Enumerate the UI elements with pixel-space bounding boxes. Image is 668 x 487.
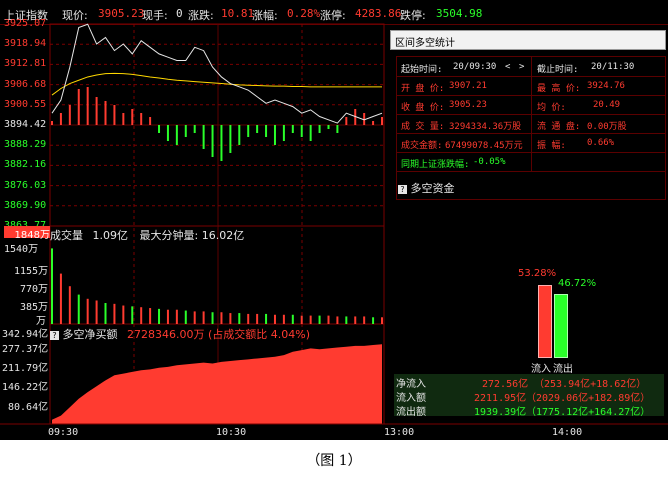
avg-label: 均 价: xyxy=(537,103,566,113)
float-value: 0.00万股 xyxy=(587,122,627,132)
outflow-bar xyxy=(554,293,568,358)
prev-arrow-icon[interactable]: < xyxy=(505,62,510,72)
same-period-value: -0.05% xyxy=(473,157,506,167)
outflow-label: 流出 xyxy=(553,364,573,375)
fund-rows: 净流入 272.56亿 （253.94亿+18.62亿） 流入额 2211.95… xyxy=(394,374,664,418)
start-time-value: 20/09:30 xyxy=(453,62,497,72)
net-y-tick-2: 211.79亿 xyxy=(2,363,49,374)
fund-title-text: 多空资金 xyxy=(410,182,455,195)
fund-title: ? 多空资金 xyxy=(398,180,455,196)
open-value: 3907.21 xyxy=(449,81,487,91)
volume-y-tick-1: 1540万 xyxy=(4,244,39,255)
amount-value: 67499078.45万元 xyxy=(445,141,523,151)
volume-header: 成交量 1.09亿 最大分钟量: 16.02亿 xyxy=(50,227,244,243)
volume-y-tick-2: 1155万 xyxy=(14,266,49,277)
volume-y-tick-3: 770万 xyxy=(20,284,49,295)
amplitude-label: 振 幅: xyxy=(537,141,566,151)
next-arrow-icon[interactable]: > xyxy=(519,62,524,72)
time-label-0930: 09:30 xyxy=(48,427,79,438)
end-time-label: 截止时间: xyxy=(537,65,579,75)
volume-stat-value: 3294334.36万股 xyxy=(449,122,522,132)
avg-value: 20.49 xyxy=(593,100,621,110)
high-value: 3924.76 xyxy=(587,81,625,91)
close-value: 3905.23 xyxy=(449,100,487,110)
fund-row-value: 1939.39亿 xyxy=(474,407,527,418)
close-label: 收 盘 价: xyxy=(401,103,445,113)
stats-table: 起始时间: 20/09:30 < > 截止时间: 20/11:30 开 盘 价:… xyxy=(396,56,666,200)
outflow-pct: 46.72% xyxy=(558,278,597,289)
fund-row-detail: （1775.12亿+164.27亿） xyxy=(526,407,651,418)
end-time-value: 20/11:30 xyxy=(591,62,635,72)
stats-title-bar: 区间多空统计 xyxy=(390,30,666,50)
volume-max-label: 最大分钟量: xyxy=(139,229,199,242)
fund-row-out: 流出额 1939.39亿 （1775.12亿+164.27亿） xyxy=(394,402,664,418)
volume-title: 成交量 xyxy=(50,229,83,242)
inflow-label: 流入 xyxy=(531,364,551,375)
net-header: ? 多空净买额 2728346.00万 (占成交额比 4.04%) xyxy=(50,326,310,342)
high-label: 最 高 价: xyxy=(537,84,581,94)
float-label: 流 通 盘: xyxy=(537,122,581,132)
start-time-label: 起始时间: xyxy=(401,65,443,75)
time-label-1030: 10:30 xyxy=(216,427,247,438)
net-title-icon: ? xyxy=(50,331,59,340)
amplitude-value: 0.66% xyxy=(587,138,615,148)
open-label: 开 盘 价: xyxy=(401,84,445,94)
inflow-bar xyxy=(538,284,552,358)
stock-terminal: 上证指数 现价: 3905.23 现手: 0 涨跌: 10.81 涨幅: 0.2… xyxy=(0,0,668,440)
right-panel: 区间多空统计 起始时间: 20/09:30 < > 截止时间: 20/11:30… xyxy=(388,28,668,440)
inflow-pct: 53.28% xyxy=(518,268,557,279)
net-y-tick-4: 80.64亿 xyxy=(8,402,49,413)
net-y-tick-0: 342.94亿 xyxy=(2,329,49,340)
net-title: 多空净买额 xyxy=(62,328,118,341)
net-note: (占成交额比 4.04%) xyxy=(207,328,311,341)
help-icon[interactable]: ? xyxy=(398,185,407,194)
volume-stat-label: 成 交 量: xyxy=(401,122,445,132)
volume-total: 1.09亿 xyxy=(92,229,129,242)
volume-max-value: 16.02亿 xyxy=(201,229,245,242)
amount-label: 成交金额: xyxy=(401,141,443,151)
stats-title: 区间多空统计 xyxy=(395,38,455,49)
volume-y-label-top: 1848万 xyxy=(4,226,50,241)
net-y-tick-1: 277.37亿 xyxy=(2,344,49,355)
volume-y-tick-4: 385万 xyxy=(20,302,49,313)
same-period-label: 同期上证涨跌幅: xyxy=(401,160,470,170)
figure-caption: （图 1） xyxy=(306,453,362,469)
fund-row-label: 流出额 xyxy=(396,407,426,418)
net-value: 2728346.00万 xyxy=(127,328,205,341)
fund-row-net: 净流入 272.56亿 （253.94亿+18.62亿） xyxy=(394,374,664,390)
fund-row-in: 流入额 2211.95亿 （2029.06亿+182.89亿） xyxy=(394,388,664,404)
net-y-tick-3: 146.22亿 xyxy=(2,382,49,393)
